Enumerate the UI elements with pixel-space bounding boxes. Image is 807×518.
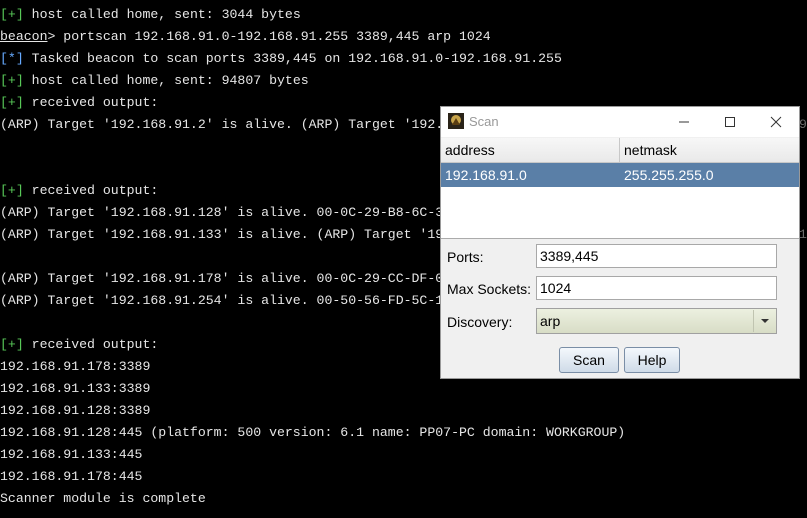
- status-tag: [+]: [0, 7, 24, 22]
- terminal-line: (ARP) Target '192.168.91.128' is alive. …: [0, 202, 443, 224]
- minimize-window[interactable]: [661, 107, 707, 137]
- terminal-line: (ARP) Target '192.168.91.254' is alive. …: [0, 290, 443, 312]
- status-tag: [+]: [0, 95, 24, 110]
- app-icon: [448, 113, 464, 129]
- line-text: 192.168.91.178:3389: [0, 359, 151, 374]
- status-tag: [*]: [0, 51, 24, 66]
- ports-input[interactable]: 3389,445: [536, 244, 777, 268]
- line-text: > portscan 192.168.91.0-192.168.91.255 3…: [47, 29, 491, 44]
- max-sockets-label: Max Sockets:: [447, 281, 532, 297]
- dialog-title: Scan: [469, 114, 499, 129]
- terminal-line: [+] received output:: [0, 180, 158, 202]
- status-tag: [+]: [0, 183, 24, 198]
- terminal-line: Scanner module is complete: [0, 488, 206, 510]
- line-text: (ARP) Target '192.168.91.128' is alive. …: [0, 205, 444, 220]
- close-icon: [770, 116, 782, 128]
- status-tag: [+]: [0, 337, 24, 352]
- discovery-select[interactable]: arp: [536, 308, 777, 334]
- column-header-address[interactable]: address: [441, 138, 620, 162]
- terminal-line: [+] host called home, sent: 3044 bytes: [0, 4, 301, 26]
- line-text: (ARP) Target '192.168.91.178' is alive. …: [0, 271, 444, 286]
- chevron-down-icon[interactable]: [753, 310, 776, 332]
- status-tag: [+]: [0, 73, 24, 88]
- line-text: (ARP) Target '192.168.91.2' is alive. (A…: [0, 117, 444, 132]
- maximize-icon: [725, 117, 735, 127]
- scan-button[interactable]: Scan: [559, 347, 619, 373]
- line-text: host called home, sent: 94807 bytes: [23, 73, 309, 88]
- terminal-line: 192.168.91.178:445: [0, 466, 142, 488]
- terminal-line: [+] received output:: [0, 92, 158, 114]
- terminal-line: 192.168.91.133:3389: [0, 378, 150, 400]
- line-text: 192.168.91.128:3389: [0, 403, 151, 418]
- close-button[interactable]: [753, 107, 799, 137]
- minimize-icon: [679, 121, 689, 123]
- terminal-line: 192.168.91.133:445: [0, 444, 142, 466]
- discovery-value: arp: [540, 313, 561, 329]
- line-text: received output:: [23, 183, 159, 198]
- terminal-line: 192.168.91.128:445 (platform: 500 versio…: [0, 422, 625, 444]
- terminal-line: [+] received output:: [0, 334, 158, 356]
- line-text: host called home, sent: 3044 bytes: [23, 7, 301, 22]
- cell-netmask: 255.255.255.0: [624, 167, 714, 183]
- dialog-titlebar[interactable]: Scan: [441, 107, 799, 137]
- maximize-button[interactable]: [707, 107, 753, 137]
- terminal-line: [*] Tasked beacon to scan ports 3389,445…: [0, 48, 562, 70]
- scan-dialog: Scan address netmask 192.168.91.0 255.25…: [440, 106, 800, 379]
- terminal-line: [+] host called home, sent: 94807 bytes: [0, 70, 309, 92]
- ports-label: Ports:: [447, 249, 484, 265]
- terminal-line: 192.168.91.128:3389: [0, 400, 150, 422]
- table-header: address netmask: [441, 138, 799, 163]
- max-sockets-input[interactable]: 1024: [536, 276, 777, 300]
- table-row[interactable]: 192.168.91.0 255.255.255.0: [441, 163, 799, 187]
- line-text: received output:: [23, 337, 159, 352]
- line-text: Tasked beacon to scan ports 3389,445 on …: [23, 51, 562, 66]
- help-button[interactable]: Help: [624, 347, 680, 373]
- terminal-line: (ARP) Target '192.168.91.133' is alive. …: [0, 224, 443, 246]
- beacon-prompt: beacon: [0, 29, 48, 44]
- line-overflow-text: 9: [799, 117, 807, 132]
- line-text: 192.168.91.128:445 (platform: 500 versio…: [0, 425, 626, 440]
- cell-address: 192.168.91.0: [445, 167, 527, 183]
- network-table[interactable]: address netmask 192.168.91.0 255.255.255…: [441, 138, 799, 239]
- line-text: 192.168.91.133:445: [0, 447, 143, 462]
- terminal-line: beacon> portscan 192.168.91.0-192.168.91…: [0, 26, 491, 48]
- line-text: received output:: [23, 95, 159, 110]
- line-text: 192.168.91.133:3389: [0, 381, 151, 396]
- terminal-line: (ARP) Target '192.168.91.178' is alive. …: [0, 268, 443, 290]
- terminal-line: (ARP) Target '192.168.91.2' is alive. (A…: [0, 114, 443, 136]
- discovery-label: Discovery:: [447, 314, 513, 330]
- column-header-netmask[interactable]: netmask: [620, 138, 799, 162]
- terminal-line: 192.168.91.178:3389: [0, 356, 150, 378]
- line-text: (ARP) Target '192.168.91.133' is alive. …: [0, 227, 444, 242]
- line-text: Scanner module is complete: [0, 491, 206, 506]
- line-text: 192.168.91.178:445: [0, 469, 143, 484]
- line-text: (ARP) Target '192.168.91.254' is alive. …: [0, 293, 444, 308]
- line-overflow-text: 1: [799, 227, 807, 242]
